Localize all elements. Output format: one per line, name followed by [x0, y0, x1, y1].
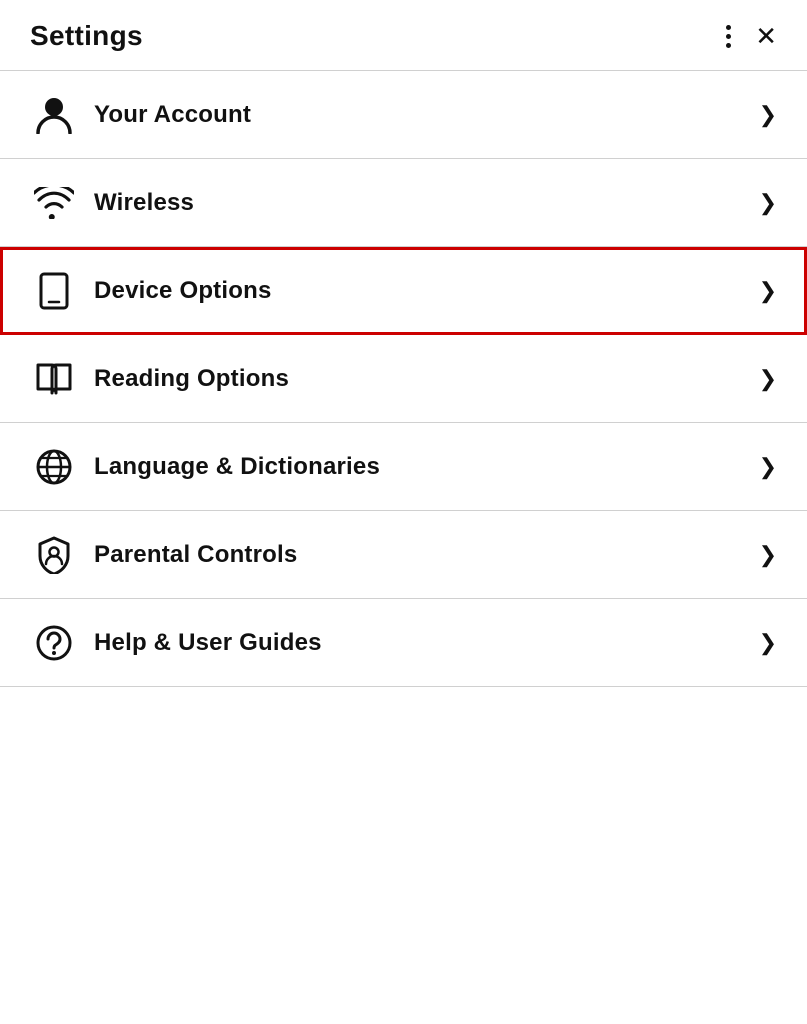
book-icon [30, 362, 78, 396]
device-options-label: Device Options [94, 277, 749, 305]
header-actions: ✕ [722, 21, 777, 52]
settings-panel: Settings ✕ Your Account ❯ [0, 0, 807, 1024]
your-account-chevron: ❯ [759, 102, 777, 128]
wireless-label: Wireless [94, 189, 749, 217]
help-user-guides-label: Help & User Guides [94, 629, 749, 657]
shield-icon [30, 536, 78, 574]
wifi-icon [30, 187, 78, 219]
device-icon [30, 272, 78, 310]
language-dictionaries-label: Language & Dictionaries [94, 453, 749, 481]
settings-menu-list: Your Account ❯ Wireless ❯ [0, 71, 807, 687]
menu-item-help-user-guides[interactable]: Help & User Guides ❯ [0, 599, 807, 687]
parental-controls-chevron: ❯ [759, 542, 777, 568]
menu-item-parental-controls[interactable]: Parental Controls ❯ [0, 511, 807, 599]
language-dictionaries-chevron: ❯ [759, 454, 777, 480]
your-account-label: Your Account [94, 101, 749, 129]
menu-item-device-options[interactable]: Device Options ❯ [0, 247, 807, 335]
menu-item-reading-options[interactable]: Reading Options ❯ [0, 335, 807, 423]
parental-controls-label: Parental Controls [94, 541, 749, 569]
help-user-guides-chevron: ❯ [759, 630, 777, 656]
reading-options-label: Reading Options [94, 365, 749, 393]
help-icon [30, 624, 78, 662]
close-icon[interactable]: ✕ [755, 23, 777, 49]
more-vertical-icon[interactable] [722, 21, 735, 52]
account-icon [30, 96, 78, 134]
device-options-chevron: ❯ [759, 278, 777, 304]
wireless-chevron: ❯ [759, 190, 777, 216]
settings-title: Settings [30, 20, 143, 52]
settings-header: Settings ✕ [0, 0, 807, 71]
globe-icon [30, 448, 78, 486]
menu-item-language-dictionaries[interactable]: Language & Dictionaries ❯ [0, 423, 807, 511]
menu-item-your-account[interactable]: Your Account ❯ [0, 71, 807, 159]
reading-options-chevron: ❯ [759, 366, 777, 392]
menu-item-wireless[interactable]: Wireless ❯ [0, 159, 807, 247]
